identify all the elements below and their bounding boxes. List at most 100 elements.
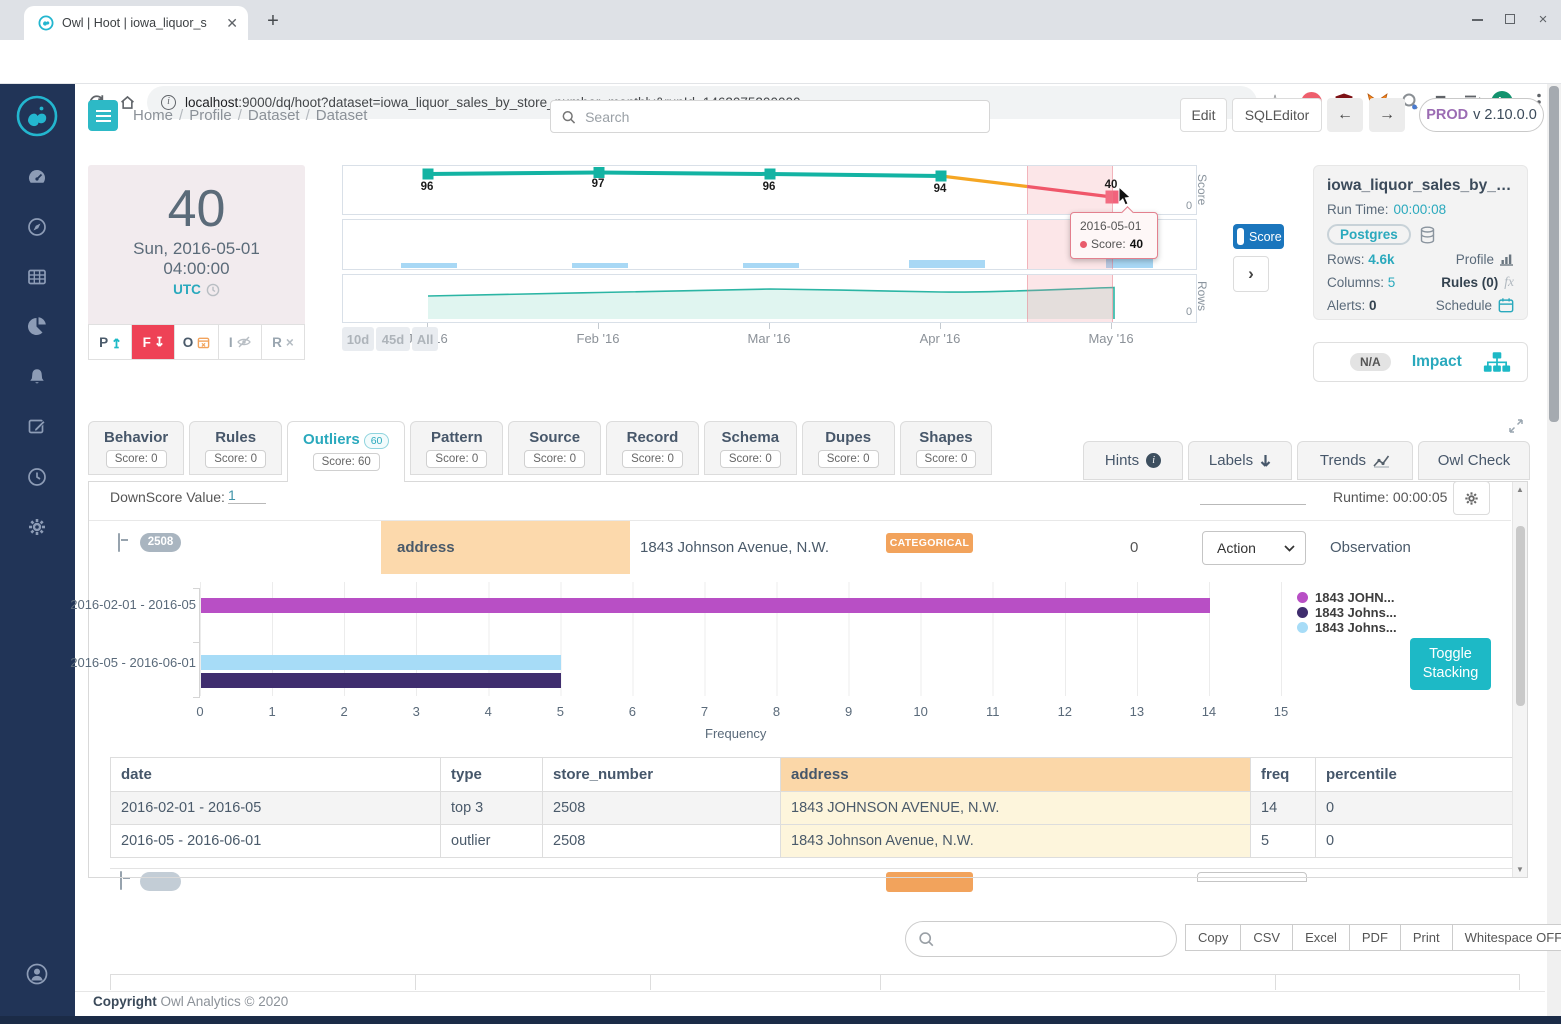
global-search-box[interactable]	[550, 100, 990, 133]
breadcrumb-profile[interactable]: Profile	[189, 107, 232, 124]
downscore-input[interactable]	[228, 487, 266, 504]
table-search-input[interactable]	[942, 931, 1164, 947]
schedule-link[interactable]: Schedule	[1436, 297, 1514, 313]
window-close-button[interactable]: ×	[1532, 10, 1554, 30]
copy-button[interactable]: Copy	[1185, 924, 1241, 951]
table-row[interactable]: 2016-05 - 2016-06-01 outlier 2508 1843 J…	[111, 825, 1521, 858]
tab-outliers[interactable]: Outliers60Score: 60	[287, 421, 405, 482]
owl-logo[interactable]	[15, 94, 59, 138]
next-run-arrow-button[interactable]: →	[1369, 98, 1405, 132]
prev-run-arrow-button[interactable]: ←	[1327, 98, 1363, 132]
frequency-bar[interactable]	[201, 598, 1210, 613]
trends-button[interactable]: Trends	[1297, 441, 1413, 480]
pdf-button[interactable]: PDF	[1349, 924, 1401, 951]
frequency-bar[interactable]	[201, 655, 561, 670]
sidebar-settings-gear-icon[interactable]	[26, 516, 48, 538]
col-percentile[interactable]: percentile	[1316, 758, 1521, 792]
tab-score-chip: Score: 0	[426, 450, 487, 468]
col-type[interactable]: type	[441, 758, 543, 792]
sidebar-edit-icon[interactable]	[26, 415, 48, 437]
legend-item[interactable]: 1843 Johns...	[1297, 605, 1397, 620]
tab-close-icon[interactable]: ✕	[226, 15, 238, 32]
col-store-number[interactable]: store_number	[543, 758, 781, 792]
breadcrumb-home[interactable]: Home	[133, 107, 173, 124]
tab-score-chip: Score: 0	[916, 450, 977, 468]
frequency-bar[interactable]	[201, 673, 561, 688]
frequency-x-ticks: 0123456789101112131415	[200, 704, 1282, 720]
browser-tab[interactable]: Owl | Hoot | iowa_liquor_s ✕	[24, 6, 248, 40]
chart-next-chevron-button[interactable]: ›	[1233, 256, 1269, 292]
sidebar-jobs-clock-icon[interactable]	[26, 466, 48, 488]
tab-dupes[interactable]: DupesScore: 0	[802, 421, 895, 475]
toggle-stacking-button[interactable]: Toggle Stacking	[1410, 638, 1491, 690]
sidebar-user-icon[interactable]	[26, 963, 48, 985]
legend-item[interactable]: 1843 JOHN...	[1297, 590, 1397, 605]
breadcrumb-dataset[interactable]: Dataset	[248, 107, 300, 124]
table-search-box[interactable]	[905, 921, 1177, 957]
panel-scrollbar[interactable]: ▲ ▼	[1512, 482, 1527, 877]
sidebar-dashboard-icon[interactable]	[26, 166, 48, 188]
sidebar-table-icon[interactable]	[26, 266, 48, 288]
tab-shapes[interactable]: ShapesScore: 0	[900, 421, 993, 475]
ignore-button[interactable]: I	[219, 325, 262, 359]
scroll-up-icon[interactable]: ▲	[1513, 485, 1527, 494]
scrollbar-thumb[interactable]	[1549, 86, 1559, 422]
window-maximize-button[interactable]	[1499, 10, 1521, 30]
x-axis-label-may: May '16	[1076, 331, 1146, 346]
new-tab-button[interactable]: +	[260, 9, 286, 35]
sidebar-pie-chart-icon[interactable]	[26, 315, 48, 337]
profile-link[interactable]: Profile	[1456, 252, 1514, 267]
collapse-row-icon[interactable]	[120, 871, 122, 890]
outliers-settings-button[interactable]	[1453, 481, 1490, 515]
labels-button[interactable]: Labels	[1188, 441, 1292, 480]
col-date[interactable]: date	[111, 758, 441, 792]
range-10d-button[interactable]: 10d	[342, 327, 374, 351]
rules-link[interactable]: Rules (0)fx	[1441, 274, 1514, 290]
window-scrollbar[interactable]	[1547, 84, 1561, 1016]
legend-item[interactable]: 1843 Johns...	[1297, 620, 1397, 635]
print-button[interactable]: Print	[1400, 924, 1453, 951]
tab-rules[interactable]: RulesScore: 0	[189, 421, 282, 475]
range-all-button[interactable]: All	[412, 327, 438, 351]
y-axis-nub	[193, 697, 200, 698]
sqleditor-button[interactable]: SQLEditor	[1232, 98, 1322, 132]
collapse-row-icon[interactable]	[118, 533, 120, 552]
connection-badge[interactable]: Postgres	[1327, 224, 1411, 245]
csv-button[interactable]: CSV	[1240, 924, 1293, 951]
outlier-column-cell: address	[381, 521, 630, 574]
sidebar-compass-icon[interactable]	[26, 216, 48, 238]
col-freq[interactable]: freq	[1251, 758, 1316, 792]
expand-diagonal-icon[interactable]	[1508, 418, 1524, 434]
window-minimize-button[interactable]	[1466, 10, 1488, 30]
override-button[interactable]: O	[175, 325, 218, 359]
menu-hamburger-button[interactable]	[88, 100, 118, 131]
range-45d-button[interactable]: 45d	[376, 327, 410, 351]
panel-bottom-border	[88, 877, 1528, 878]
excel-button[interactable]: Excel	[1292, 924, 1350, 951]
action-dropdown[interactable]: Action	[1202, 531, 1306, 565]
score-series-toggle[interactable]: Score	[1233, 224, 1284, 249]
sidebar-alerts-bell-icon[interactable]	[26, 366, 48, 388]
rerun-button[interactable]: R×	[262, 325, 304, 359]
tab-source[interactable]: SourceScore: 0	[508, 421, 601, 475]
col-address[interactable]: address	[781, 758, 1251, 792]
hints-button[interactable]: Hintsi	[1083, 441, 1183, 480]
tab-schema[interactable]: SchemaScore: 0	[704, 421, 797, 475]
tab-score-chip: Score: 0	[720, 450, 781, 468]
filter-input[interactable]	[1200, 488, 1306, 505]
tab-pattern[interactable]: PatternScore: 0	[410, 421, 503, 475]
fail-button[interactable]: F	[132, 325, 175, 359]
whitespace-toggle-button[interactable]: Whitespace OFF	[1452, 924, 1561, 951]
empty-header-cell	[650, 974, 881, 990]
pass-button[interactable]: P	[89, 325, 132, 359]
scroll-down-icon[interactable]: ▼	[1513, 865, 1527, 874]
impact-card[interactable]: N/A Impact	[1313, 342, 1528, 382]
edit-button[interactable]: Edit	[1180, 98, 1227, 132]
global-search-input[interactable]	[585, 109, 979, 125]
scrollbar-thumb[interactable]	[1516, 526, 1525, 706]
owl-check-button[interactable]: Owl Check	[1418, 441, 1530, 480]
table-row[interactable]: 2016-02-01 - 2016-05 top 3 2508 1843 JOH…	[111, 792, 1521, 825]
tab-behavior[interactable]: BehaviorScore: 0	[88, 421, 184, 475]
breadcrumb-dataset2[interactable]: Dataset	[316, 107, 368, 124]
tab-record[interactable]: RecordScore: 0	[606, 421, 699, 475]
